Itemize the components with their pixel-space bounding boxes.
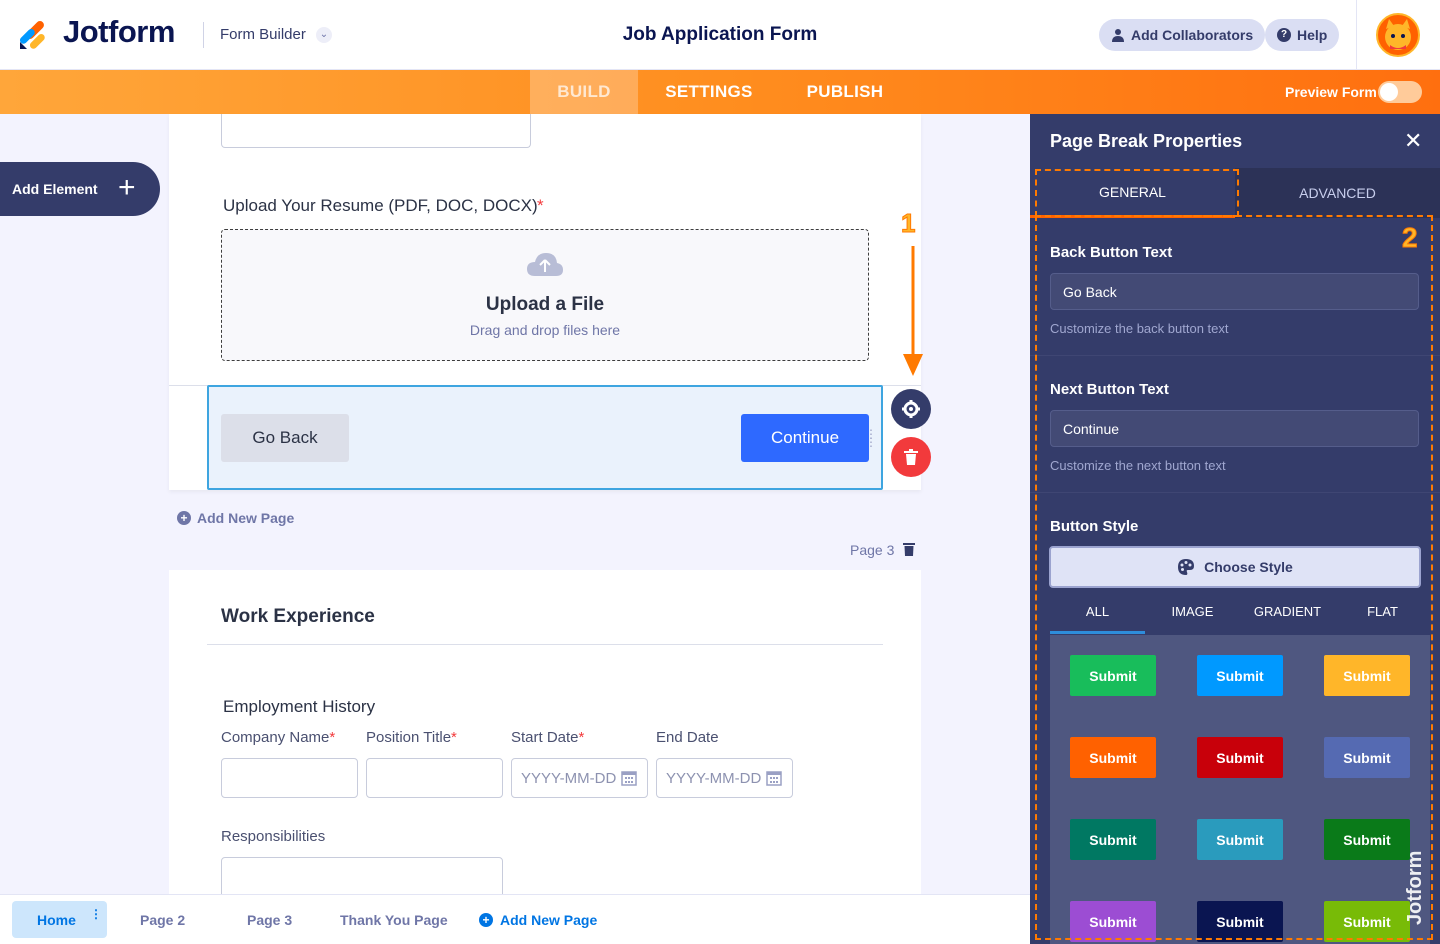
drag-handle-icon[interactable]: ⋮ ⋮ — [865, 428, 877, 448]
required-marker: * — [329, 729, 336, 746]
start-date-label: Start Date* — [511, 729, 584, 746]
tab-build[interactable]: BUILD — [530, 70, 638, 114]
avatar-cat-icon — [1385, 19, 1411, 50]
toggle-knob — [1380, 83, 1398, 101]
add-new-page-link[interactable]: + Add New Page — [177, 510, 294, 526]
calendar-icon[interactable] — [766, 770, 782, 786]
help-button[interactable]: ? Help — [1265, 19, 1340, 51]
add-collaborators-button[interactable]: Add Collaborators — [1099, 19, 1266, 51]
help-label: Help — [1297, 27, 1328, 43]
previous-field-input[interactable] — [221, 114, 531, 148]
tab-publish[interactable]: PUBLISH — [795, 70, 895, 114]
add-new-page-button[interactable]: + Add New Page — [479, 912, 597, 928]
column-label: Company Name — [221, 729, 330, 746]
jotform-logo-icon[interactable] — [18, 18, 50, 50]
upload-title: Upload a File — [485, 294, 605, 315]
gear-icon — [902, 400, 920, 418]
delete-page-icon[interactable] — [903, 542, 915, 556]
date-placeholder: YYYY-MM-DD — [666, 769, 762, 787]
start-date-input[interactable]: YYYY-MM-DD — [511, 758, 648, 798]
brand-name[interactable]: Jotform — [63, 14, 175, 50]
form-title[interactable]: Job Application Form — [520, 24, 920, 46]
column-label: Start Date — [511, 729, 579, 746]
plus-icon: + — [118, 171, 136, 204]
properties-gear-button[interactable] — [891, 389, 931, 429]
add-collaborators-label: Add Collaborators — [1131, 27, 1254, 43]
required-marker: * — [578, 729, 585, 746]
required-marker: * — [451, 729, 457, 746]
page-tab-label: Home — [37, 911, 76, 928]
position-title-input[interactable] — [366, 758, 503, 798]
more-options-icon[interactable]: ⋮ — [90, 908, 102, 920]
page-tab-page-2[interactable]: Page 2 — [140, 912, 185, 928]
user-icon — [1112, 29, 1124, 42]
add-element-button[interactable]: Add Element + — [0, 162, 160, 216]
end-date-input[interactable]: YYYY-MM-DD — [656, 758, 793, 798]
page-tab-page-3[interactable]: Page 3 — [247, 912, 292, 928]
annotation-highlight-box — [1035, 169, 1239, 217]
employment-history-label[interactable]: Employment History — [223, 697, 375, 717]
column-label: End Date — [656, 729, 719, 746]
upload-field-label[interactable]: Upload Your Resume (PDF, DOC, DOCX) — [223, 196, 538, 216]
calendar-icon[interactable] — [621, 770, 637, 786]
close-icon[interactable]: ✕ — [1404, 130, 1422, 152]
add-element-label: Add Element — [12, 181, 98, 197]
annotation-number-1: 1 — [900, 208, 916, 239]
required-marker: * — [537, 196, 544, 215]
position-title-label: Position Title* — [366, 729, 457, 746]
tab-settings[interactable]: SETTINGS — [652, 70, 766, 114]
add-new-page-label: Add New Page — [500, 912, 598, 928]
plus-circle-icon: + — [479, 913, 493, 927]
page-tab-thank-you[interactable]: Thank You Page — [340, 912, 448, 928]
column-label: Position Title — [366, 729, 452, 746]
add-new-page-label: Add New Page — [197, 510, 295, 526]
go-back-button[interactable]: Go Back — [221, 414, 349, 462]
annotation-highlight-box — [1035, 215, 1433, 940]
header-separator — [1356, 0, 1357, 70]
annotation-arrow-icon — [903, 246, 923, 376]
chevron-down-icon[interactable]: ⌄ — [316, 27, 332, 43]
company-name-label: Company Name* — [221, 729, 335, 746]
form-builder-menu[interactable]: Form Builder — [220, 26, 306, 43]
cloud-upload-icon — [527, 253, 563, 276]
preview-form-toggle[interactable] — [1378, 81, 1422, 103]
question-icon: ? — [1277, 28, 1291, 42]
company-name-input[interactable] — [221, 758, 358, 798]
panel-title: Page Break Properties — [1050, 131, 1243, 151]
section-divider — [207, 644, 883, 645]
page-tab-home[interactable]: Home ⋮ — [12, 901, 107, 938]
header-divider — [203, 22, 204, 48]
section-heading[interactable]: Work Experience — [221, 606, 375, 628]
continue-button[interactable]: Continue — [741, 414, 869, 462]
page-number-label: Page 3 — [850, 542, 895, 558]
delete-element-button[interactable] — [891, 437, 931, 477]
responsibilities-label: Responsibilities — [221, 828, 326, 845]
annotation-number-2: 2 — [1402, 222, 1419, 254]
date-placeholder: YYYY-MM-DD — [521, 769, 617, 787]
trash-icon — [904, 449, 918, 465]
tab-advanced[interactable]: ADVANCED — [1235, 168, 1440, 218]
avatar[interactable] — [1376, 13, 1420, 57]
end-date-label: End Date — [656, 729, 719, 746]
preview-form-label: Preview Form — [1285, 84, 1377, 100]
upload-subtitle: Drag and drop files here — [469, 322, 621, 338]
plus-circle-icon: + — [177, 511, 191, 525]
